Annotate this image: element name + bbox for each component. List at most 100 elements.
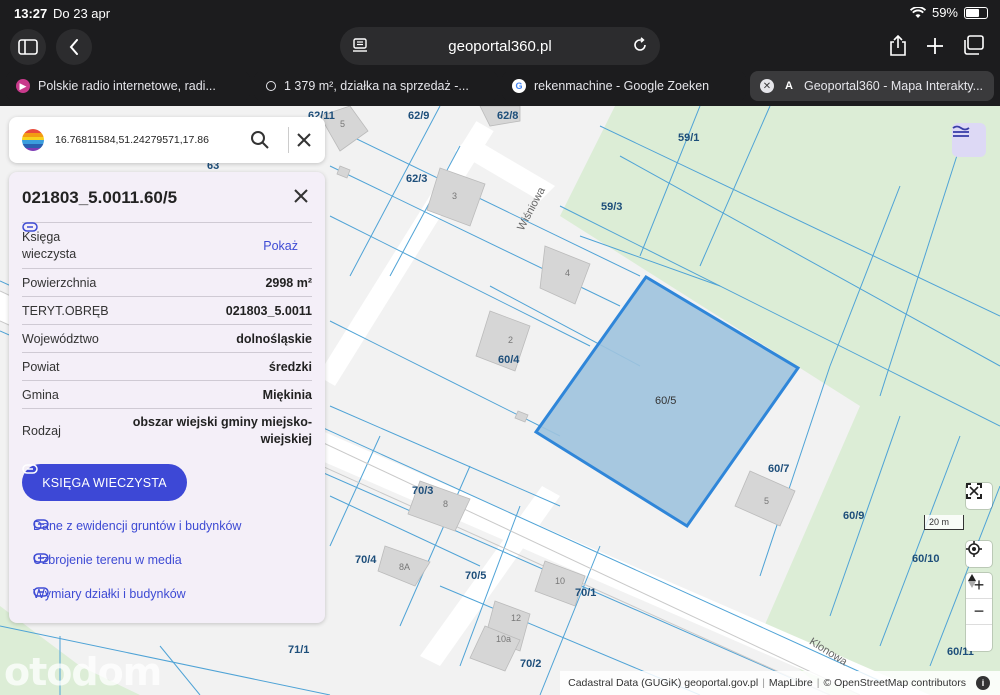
- zoom-out-button[interactable]: −: [966, 599, 992, 625]
- parcel-label: 59/3: [601, 201, 623, 213]
- page-menu-icon[interactable]: [352, 38, 368, 52]
- house-number: 4: [565, 268, 571, 278]
- attribution-osm[interactable]: © OpenStreetMap contributors: [823, 677, 966, 689]
- row-teryt: TERYT.OBRĘB 021803_5.0011: [22, 296, 312, 324]
- parcel-label: 60/9: [843, 510, 865, 522]
- row-wojewodztwo: Województwo dolnośląskie: [22, 324, 312, 352]
- tab-google[interactable]: G rekenmachine - Google Zoeken: [502, 71, 746, 101]
- map-view[interactable]: 62/11 62/9 62/8 59/1 62/3 59/3 60/4 60/5…: [0, 106, 1000, 695]
- house-number: 10a: [496, 634, 512, 644]
- tab-overview-icon[interactable]: [962, 35, 984, 55]
- share-icon[interactable]: [888, 35, 908, 57]
- row-value: 2998 m²: [265, 275, 312, 290]
- tab-polskie-radio[interactable]: ▶ Polskie radio internetowe, radi...: [6, 71, 250, 101]
- search-box: [9, 117, 325, 163]
- tab-label: rekenmachine - Google Zoeken: [534, 79, 710, 93]
- parcel-label: 70/5: [465, 570, 487, 582]
- tab-geoportal[interactable]: ✕ A Geoportal360 - Mapa Interakty...: [750, 71, 994, 101]
- search-input[interactable]: [55, 130, 240, 150]
- fullscreen-button[interactable]: [966, 483, 992, 509]
- status-right: 59%: [909, 5, 988, 20]
- parcel-label-selected: 60/5: [655, 395, 677, 407]
- crosshair-icon: [966, 541, 982, 557]
- link-icon: [22, 464, 38, 474]
- map-attribution: Cadastral Data (GUGiK) geoportal.gov.pl …: [560, 671, 1000, 695]
- row-ksiega: Księga wieczysta Pokaż: [22, 222, 312, 268]
- row-value: dolnośląskie: [236, 331, 312, 346]
- parcel-label: 60/10: [912, 553, 940, 565]
- link-wymiary[interactable]: Wymiary działki i budynków: [33, 587, 186, 601]
- compass-button[interactable]: [966, 574, 992, 651]
- parcel-label: 60/4: [498, 354, 520, 366]
- new-tab-icon[interactable]: [926, 37, 944, 55]
- link-icon: [33, 587, 49, 597]
- battery-icon: [964, 6, 988, 19]
- clear-search-icon[interactable]: [293, 129, 315, 151]
- parcel-label: 62/8: [497, 110, 519, 122]
- row-value: obszar wiejski gminy miejsko-wiejskiej: [132, 414, 312, 446]
- parcel-label: 70/1: [575, 587, 597, 599]
- house-number: 2: [508, 335, 514, 345]
- address-bar[interactable]: geoportal360.pl: [340, 27, 660, 65]
- tab-label: 1 379 m², działka na sprzedaż -...: [284, 79, 469, 93]
- reload-icon[interactable]: [632, 37, 648, 53]
- link-ewidencja[interactable]: Dane z ewidencji gruntów i budynków: [33, 519, 241, 533]
- parcel-attributes-table: Księga wieczysta Pokaż Powierzchnia 2998…: [22, 222, 312, 452]
- close-tab-icon[interactable]: ✕: [760, 79, 774, 93]
- link-icon: [33, 519, 49, 529]
- radio-favicon-icon: ▶: [16, 79, 30, 93]
- zoom-controls: + −: [966, 573, 992, 651]
- status-date: Do 23 apr: [53, 6, 111, 21]
- pokaz-link[interactable]: Pokaż: [22, 222, 298, 253]
- row-label: Rodzaj: [22, 423, 61, 438]
- link-icon: [22, 222, 38, 232]
- row-label: Powiat: [22, 359, 60, 374]
- attribution-maplibre[interactable]: MapLibre: [769, 677, 813, 689]
- house-number: 10: [555, 576, 566, 586]
- tab-bar: ▶ Polskie radio internetowe, radi... 1 3…: [0, 71, 1000, 103]
- layers-button[interactable]: [952, 123, 986, 157]
- map-scale: 20 m: [924, 515, 964, 530]
- parcel-label: 60/7: [768, 463, 790, 475]
- parcel-info-panel: 021803_5.0011.60/5 Księga wieczysta Poka…: [9, 172, 325, 623]
- search-icon[interactable]: [250, 130, 270, 150]
- wifi-icon: [909, 6, 926, 18]
- parcel-label: 70/2: [520, 658, 542, 670]
- tab-label: Polskie radio internetowe, radi...: [38, 79, 216, 93]
- parcel-label: 70/4: [355, 554, 377, 566]
- row-powiat: Powiat średzki: [22, 352, 312, 380]
- house-number: 5: [340, 119, 346, 129]
- house-number: 8A: [399, 562, 411, 572]
- parcel-label: 71/1: [288, 644, 310, 656]
- battery-percent: 59%: [931, 5, 958, 20]
- parcel-title: 021803_5.0011.60/5: [22, 188, 178, 207]
- house-number: 3: [452, 191, 458, 201]
- parcel-label: 70/3: [412, 485, 434, 497]
- row-label: Gmina: [22, 387, 59, 402]
- link-uzbrojenie[interactable]: Uzbrojenie terenu w media: [33, 553, 182, 567]
- browser-toolbar: geoportal360.pl: [0, 27, 1000, 67]
- row-label: Księga wieczysta: [22, 229, 77, 261]
- row-value: 021803_5.0011: [225, 303, 312, 318]
- sidebar-icon: [18, 39, 38, 55]
- sidebar-toggle-button[interactable]: [10, 29, 46, 65]
- house-number: 8: [443, 499, 449, 509]
- parcel-label: 62/3: [406, 173, 428, 185]
- status-bar: 13:27 Do 23 apr 59%: [0, 0, 1000, 27]
- attribution-info-icon[interactable]: i: [976, 676, 990, 690]
- row-value: Miękinia: [262, 387, 312, 402]
- layers-icon: [952, 125, 970, 137]
- row-rodzaj: Rodzaj obszar wiejski gminy miejsko-wiej…: [22, 408, 312, 452]
- row-powierzchnia: Powierzchnia 2998 m²: [22, 268, 312, 296]
- back-button[interactable]: [56, 29, 92, 65]
- close-panel-icon[interactable]: [291, 186, 311, 206]
- house-number: 12: [511, 613, 522, 623]
- geolocate-button[interactable]: [966, 541, 992, 567]
- geoportal-favicon-icon: A: [785, 80, 793, 92]
- ksiega-wieczysta-button[interactable]: KSIĘGA WIECZYSTA: [22, 464, 187, 501]
- google-favicon-icon: G: [512, 79, 526, 93]
- row-label: TERYT.OBRĘB: [22, 303, 109, 318]
- tab-otodom[interactable]: 1 379 m², działka na sprzedaż -...: [254, 71, 498, 101]
- row-label: Województwo: [22, 331, 99, 346]
- attribution-cadastral[interactable]: Cadastral Data (GUGiK) geoportal.gov.pl: [568, 677, 758, 689]
